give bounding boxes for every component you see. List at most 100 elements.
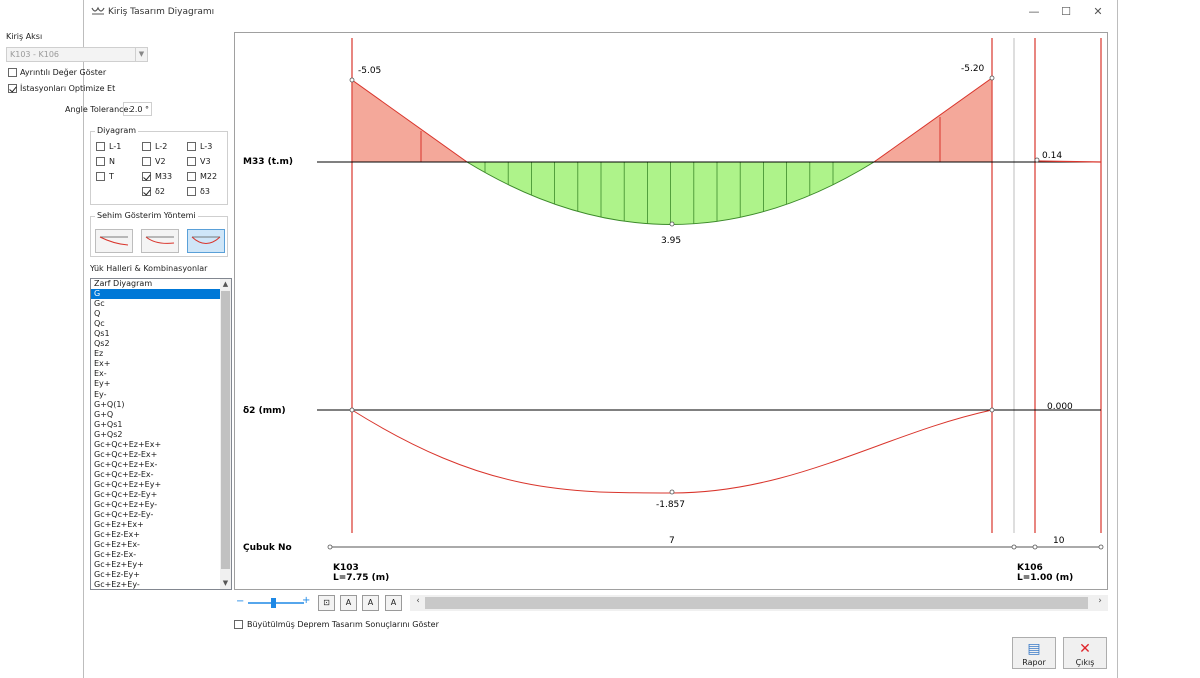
load-case-item[interactable]: Gc+Ez-Ex- bbox=[91, 550, 222, 560]
scroll-down-icon[interactable]: ▼ bbox=[220, 578, 231, 589]
zoom-in-icon[interactable]: + bbox=[302, 595, 310, 606]
diagram-checkbox[interactable] bbox=[142, 157, 151, 166]
chevron-down-icon[interactable]: ▼ bbox=[135, 48, 147, 61]
diagram-checkbox[interactable] bbox=[187, 142, 196, 151]
diagram-option-l2[interactable]: L-2 bbox=[142, 142, 167, 151]
fit-view-button[interactable]: ⊡ bbox=[318, 595, 335, 611]
load-case-item[interactable]: G+Qs1 bbox=[91, 420, 222, 430]
deflection-mode-2-button[interactable] bbox=[141, 229, 179, 253]
optimize-stations-option[interactable]: İstasyonları Optimize Et bbox=[8, 84, 115, 93]
load-case-item[interactable]: Q bbox=[91, 309, 222, 319]
deflection-mode-3-button[interactable] bbox=[187, 229, 225, 253]
member-node bbox=[1032, 544, 1038, 550]
angle-tolerance-input[interactable]: 2.0 ° bbox=[123, 102, 152, 116]
load-cases-scrollbar[interactable]: ▲ ▼ bbox=[220, 279, 231, 589]
m33-label: M33 (t.m) bbox=[243, 157, 293, 167]
load-case-item[interactable]: Gc+Ez+Ey- bbox=[91, 580, 222, 589]
load-case-item[interactable]: G+Qs2 bbox=[91, 430, 222, 440]
deflection-display-group: Sehim Gösterim Yöntemi bbox=[90, 211, 228, 257]
close-button[interactable]: ✕ bbox=[1084, 3, 1112, 21]
load-cases-list[interactable]: Zarf Diyagram G Gc Q Qc Qs1 Qs2 Ez Ex+ Ex- Ey+ Ey- G… bbox=[90, 278, 232, 590]
load-case-item[interactable]: G+Q bbox=[91, 410, 222, 420]
optimize-stations-checkbox[interactable] bbox=[8, 84, 17, 93]
load-case-item[interactable]: Gc+Ez-Ey+ bbox=[91, 570, 222, 580]
diagram-option-label: δ2 bbox=[155, 187, 165, 196]
load-case-item[interactable]: Gc+Qc+Ez+Ex+ bbox=[91, 440, 222, 450]
diagram-hscrollbar[interactable]: ‹ › bbox=[410, 595, 1108, 611]
load-case-item[interactable]: Ez bbox=[91, 349, 222, 359]
exit-button[interactable]: ✕ Çıkış bbox=[1063, 637, 1107, 669]
span1-length: L=7.75 (m) bbox=[333, 573, 389, 583]
show-detailed-values-checkbox[interactable] bbox=[8, 68, 17, 77]
diagram-option-d3[interactable]: δ3 bbox=[187, 187, 210, 196]
diagram-option-n[interactable]: N bbox=[96, 157, 115, 166]
beam-axis-select[interactable]: K103 - K106 ▼ bbox=[6, 47, 148, 62]
load-case-item[interactable]: Gc+Ez+Ex- bbox=[91, 540, 222, 550]
amplified-seismic-checkbox[interactable] bbox=[234, 620, 243, 629]
scroll-up-icon[interactable]: ▲ bbox=[220, 279, 231, 290]
font-smaller-button[interactable]: A bbox=[340, 595, 357, 611]
diagram-checkbox[interactable] bbox=[142, 172, 151, 181]
maximize-button[interactable]: ☐ bbox=[1052, 3, 1080, 21]
deflection-mode-1-button[interactable] bbox=[95, 229, 133, 253]
load-case-item[interactable]: Gc+Ez+Ex+ bbox=[91, 520, 222, 530]
diagram-checkbox[interactable] bbox=[142, 187, 151, 196]
diagram-group-title: Diyagram bbox=[95, 126, 139, 135]
load-case-item[interactable]: G bbox=[91, 289, 222, 300]
m33-mid-value: 3.95 bbox=[661, 236, 681, 246]
load-case-item[interactable]: Qc bbox=[91, 319, 222, 329]
show-detailed-values-option[interactable]: Ayrıntılı Değer Göster bbox=[8, 68, 106, 77]
beam-app-icon bbox=[91, 6, 105, 15]
load-case-item[interactable]: Gc+Qc+Ez-Ey- bbox=[91, 510, 222, 520]
scroll-right-icon[interactable]: › bbox=[1094, 596, 1106, 606]
diagram-checkbox[interactable] bbox=[96, 142, 105, 151]
diagram-option-t[interactable]: T bbox=[96, 172, 114, 181]
diagram-option-l1[interactable]: L-1 bbox=[96, 142, 121, 151]
diagram-option-label: M33 bbox=[155, 172, 173, 181]
load-case-item[interactable]: Ey- bbox=[91, 390, 222, 400]
load-case-item[interactable]: Gc+Qc+Ez+Ey- bbox=[91, 500, 222, 510]
minimize-button[interactable]: — bbox=[1020, 3, 1048, 21]
show-detailed-values-label: Ayrıntılı Değer Göster bbox=[20, 68, 107, 77]
diagram-checkbox[interactable] bbox=[187, 157, 196, 166]
load-case-item[interactable]: G+Q(1) bbox=[91, 400, 222, 410]
load-case-item[interactable]: Ex+ bbox=[91, 359, 222, 369]
load-case-item[interactable]: Zarf Diyagram bbox=[91, 279, 222, 289]
load-case-item[interactable]: Ex- bbox=[91, 369, 222, 379]
load-case-item[interactable]: Gc+Qc+Ez-Ex- bbox=[91, 470, 222, 480]
load-case-item[interactable]: Qs1 bbox=[91, 329, 222, 339]
scroll-left-icon[interactable]: ‹ bbox=[412, 596, 424, 606]
diagram-canvas[interactable]: M33 (t.m) -5.05 -5.20 3.95 0.14 δ2 (mm) … bbox=[234, 32, 1108, 590]
load-case-item[interactable]: Gc+Qc+Ez+Ex- bbox=[91, 460, 222, 470]
diagram-option-v3[interactable]: V3 bbox=[187, 157, 211, 166]
load-case-item[interactable]: Gc+Ez+Ey+ bbox=[91, 560, 222, 570]
load-case-item[interactable]: Gc+Qc+Ez-Ex+ bbox=[91, 450, 222, 460]
font-reset-button[interactable]: A bbox=[385, 595, 402, 611]
d2-tail-value: 0.000 bbox=[1047, 402, 1073, 412]
diagram-checkbox[interactable] bbox=[187, 187, 196, 196]
diagram-option-v2[interactable]: V2 bbox=[142, 157, 166, 166]
diagram-option-label: T bbox=[109, 172, 114, 181]
font-larger-button[interactable]: A bbox=[362, 595, 379, 611]
diagram-option-l3[interactable]: L-3 bbox=[187, 142, 212, 151]
diagram-option-m33[interactable]: M33 bbox=[142, 172, 172, 181]
report-button[interactable]: ▤ Rapor bbox=[1012, 637, 1056, 669]
diagram-option-d2[interactable]: δ2 bbox=[142, 187, 165, 196]
zoom-out-icon[interactable]: − bbox=[236, 596, 244, 607]
load-case-item[interactable]: Qs2 bbox=[91, 339, 222, 349]
load-case-item[interactable]: Gc+Ez-Ex+ bbox=[91, 530, 222, 540]
hscrollbar-thumb[interactable] bbox=[425, 597, 1088, 609]
m33-right-point bbox=[989, 75, 995, 81]
diagram-checkbox[interactable] bbox=[96, 172, 105, 181]
load-case-item[interactable]: Gc bbox=[91, 299, 222, 309]
amplified-seismic-option[interactable]: Büyütülmüş Deprem Tasarım Sonuçlarını Gö… bbox=[234, 620, 439, 629]
load-case-item[interactable]: Ey+ bbox=[91, 379, 222, 389]
scrollbar-thumb[interactable] bbox=[221, 291, 230, 569]
zoom-slider[interactable] bbox=[246, 597, 306, 609]
load-case-item[interactable]: Gc+Qc+Ez+Ey+ bbox=[91, 480, 222, 490]
diagram-checkbox[interactable] bbox=[187, 172, 196, 181]
diagram-checkbox[interactable] bbox=[96, 157, 105, 166]
load-case-item[interactable]: Gc+Qc+Ez-Ey+ bbox=[91, 490, 222, 500]
diagram-checkbox[interactable] bbox=[142, 142, 151, 151]
diagram-option-m22[interactable]: M22 bbox=[187, 172, 217, 181]
